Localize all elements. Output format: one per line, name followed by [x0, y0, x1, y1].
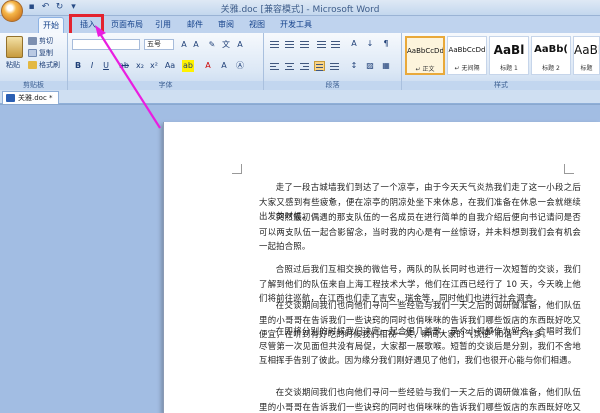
multilevel-list-icon[interactable]	[299, 39, 310, 49]
subscript-icon[interactable]: x₂	[134, 60, 146, 72]
clipboard-group-label: 剪贴板	[0, 81, 67, 90]
paste-icon[interactable]	[6, 36, 23, 58]
numbering-icon[interactable]	[284, 39, 295, 49]
office-button[interactable]	[1, 0, 23, 22]
margin-corner-left	[232, 164, 242, 174]
decrease-indent-icon[interactable]	[316, 39, 327, 49]
styles-group: AaBbCcDd ↵ 正文 AaBbCcDd ↵ 无间隔 AaBl 标题 1 A…	[402, 33, 600, 90]
document-tab[interactable]: 关雅.doc *	[2, 91, 59, 104]
tab-review[interactable]: 审阅	[214, 17, 238, 33]
font-size-combo[interactable]: 五号	[144, 39, 174, 50]
superscript-icon[interactable]: x²	[148, 60, 160, 72]
line-spacing-icon[interactable]: ↕	[348, 60, 360, 72]
style-heading-1[interactable]: AaBl 标题 1	[489, 36, 529, 75]
bold-icon[interactable]: B	[72, 60, 84, 72]
tab-page-layout[interactable]: 页面布局	[107, 17, 147, 33]
format-painter-label: 格式刷	[39, 61, 60, 69]
char-border-icon[interactable]: A	[234, 39, 246, 51]
align-center-icon[interactable]	[284, 61, 295, 71]
cut-button[interactable]: 剪切	[28, 36, 53, 46]
style-normal[interactable]: AaBbCcDd ↵ 正文	[405, 36, 445, 75]
tab-mailings[interactable]: 邮件	[183, 17, 207, 33]
copy-icon	[28, 49, 37, 57]
style-title-sample: AaBI	[574, 43, 599, 57]
style-no-spacing-sample: AaBbCcDd	[448, 46, 486, 54]
paragraph-2[interactable]: 突然最初偶遇的那支队伍的一名成员在进行简单的自我介绍后便向书记请问是否可以两支队…	[259, 210, 581, 254]
style-title[interactable]: AaBI 标题	[573, 36, 600, 75]
borders-icon[interactable]: ▦	[380, 60, 392, 72]
distributed-icon[interactable]	[329, 61, 340, 71]
sort-icon[interactable]: ↓	[364, 38, 376, 50]
brush-icon	[28, 61, 37, 69]
copy-button[interactable]: 复制	[28, 48, 53, 58]
increase-indent-icon[interactable]	[330, 39, 341, 49]
font-group-label: 字体	[68, 81, 263, 90]
document-page[interactable]: 走了一段古城墙我们到达了一个凉亭，由于今天天气炎热我们走了这一小段之后大家又感到…	[163, 122, 600, 413]
ribbon: 粘贴 剪切 复制 格式刷 剪贴板 五号 A A ✎ 文 A B I U ab x…	[0, 33, 600, 90]
style-heading-2-name: 标题 2	[542, 65, 560, 72]
style-normal-name: ↵ 正文	[415, 66, 435, 73]
style-normal-sample: AaBbCcDd	[407, 47, 443, 55]
styles-group-label: 样式	[402, 81, 600, 90]
tab-view[interactable]: 视图	[245, 17, 269, 33]
chinese-layout-icon[interactable]: A	[348, 38, 360, 50]
italic-icon[interactable]: I	[86, 60, 98, 72]
paragraph-group: A ↓ ¶ ↕ ▨ ▦ 段落	[264, 33, 402, 90]
show-marks-icon[interactable]: ¶	[380, 38, 392, 50]
style-heading-2-sample: AaBb(	[534, 44, 568, 55]
align-right-icon[interactable]	[299, 61, 310, 71]
font-name-combo[interactable]	[72, 39, 140, 50]
tab-references[interactable]: 引用	[151, 17, 175, 33]
paragraph-5[interactable]: 在即将分别的时候我们决定一起合唱几首歌，录个小视频作为留念，合唱时我们尽管第一次…	[259, 324, 581, 368]
style-heading-2[interactable]: AaBb( 标题 2	[531, 36, 571, 75]
document-tab-strip: 关雅.doc *	[0, 90, 600, 104]
scissors-icon	[28, 37, 37, 45]
clipboard-group: 粘贴 剪切 复制 格式刷 剪贴板	[0, 33, 68, 90]
style-no-spacing-name: ↵ 无间隔	[454, 65, 480, 72]
style-no-spacing[interactable]: AaBbCcDd ↵ 无间隔	[447, 36, 487, 75]
style-heading-1-sample: AaBl	[493, 43, 525, 57]
shading-icon[interactable]: A	[218, 60, 230, 72]
paragraph-group-label: 段落	[264, 81, 401, 90]
font-group: 五号 A A ✎ 文 A B I U ab x₂ x² Aa ab A A Ⓐ …	[68, 33, 264, 90]
paste-label[interactable]: 粘贴	[6, 60, 20, 70]
grow-font-icon[interactable]: A	[178, 39, 190, 51]
tab-home[interactable]: 开始	[38, 17, 64, 33]
clear-format-icon[interactable]: ✎	[206, 39, 218, 51]
justify-icon[interactable]	[314, 61, 325, 71]
word-doc-icon	[6, 94, 15, 102]
phonetic-icon[interactable]: 文	[220, 39, 232, 51]
cut-label: 剪切	[39, 37, 53, 45]
margin-corner-right	[564, 164, 574, 174]
style-heading-1-name: 标题 1	[500, 65, 518, 72]
strikethrough-icon[interactable]: ab	[118, 60, 130, 72]
format-painter-button[interactable]: 格式刷	[28, 60, 60, 70]
highlight-icon[interactable]: ab	[182, 60, 194, 72]
copy-label: 复制	[39, 49, 53, 57]
char-scale-icon[interactable]: Ⓐ	[234, 60, 246, 72]
bullets-icon[interactable]	[269, 39, 280, 49]
paragraph-6[interactable]: 在交谈期间我们也向他们寻问一些经验与我们一天之后的调研做准备，他们队伍里的小哥哥…	[259, 385, 581, 413]
style-title-name: 标题	[580, 65, 593, 72]
tab-developer[interactable]: 开发工具	[276, 17, 316, 33]
paragraph-shading-icon[interactable]: ▨	[364, 60, 376, 72]
underline-icon[interactable]: U	[100, 60, 112, 72]
shrink-font-icon[interactable]: A	[190, 39, 202, 51]
change-case-icon[interactable]: Aa	[164, 60, 176, 72]
align-left-icon[interactable]	[269, 61, 280, 71]
font-color-icon[interactable]: A	[202, 60, 214, 72]
document-tab-label: 关雅.doc *	[18, 94, 53, 102]
